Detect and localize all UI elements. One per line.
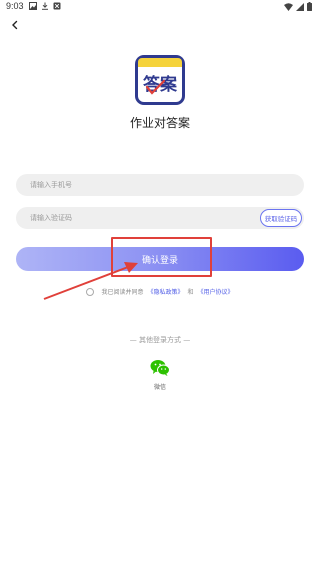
status-system-icons <box>284 2 312 11</box>
status-notifications <box>29 2 61 10</box>
agreement-and: 和 <box>187 289 194 296</box>
wifi-icon <box>284 2 293 11</box>
agreement-prefix: 我已阅读并同意 <box>101 289 144 296</box>
login-button[interactable]: 确认登录 <box>16 247 304 271</box>
signal-icon <box>296 2 304 11</box>
user-agreement-link[interactable]: 《用户协议》 <box>198 287 234 296</box>
agreement-checkbox[interactable] <box>86 287 95 296</box>
app-notification-icon <box>53 2 61 10</box>
download-notification-icon <box>42 2 48 10</box>
get-code-button[interactable]: 获取验证码 <box>260 209 302 227</box>
other-login-title: — 其他登录方式 — <box>129 336 191 344</box>
chevron-left-icon <box>12 20 18 30</box>
back-button[interactable] <box>6 16 24 34</box>
status-bar: 9:03 <box>0 0 320 14</box>
privacy-policy-link[interactable]: 《隐私政策》 <box>147 287 183 296</box>
phone-input[interactable] <box>30 174 250 196</box>
image-notification-icon <box>29 2 37 10</box>
verification-code-input[interactable] <box>30 207 250 229</box>
wechat-label: 微信 <box>153 384 166 391</box>
status-time: 9:03 <box>6 1 24 11</box>
code-input-row: 获取验证码 <box>16 207 304 229</box>
app-name: 作业对答案 <box>129 116 190 130</box>
phone-input-row <box>16 174 304 196</box>
wechat-icon[interactable] <box>150 359 170 377</box>
app-logo: 答案 <box>135 55 185 105</box>
battery-icon <box>307 2 312 11</box>
agreement-row: 我已阅读并同意 《隐私政策》 和 《用户协议》 <box>0 287 320 296</box>
